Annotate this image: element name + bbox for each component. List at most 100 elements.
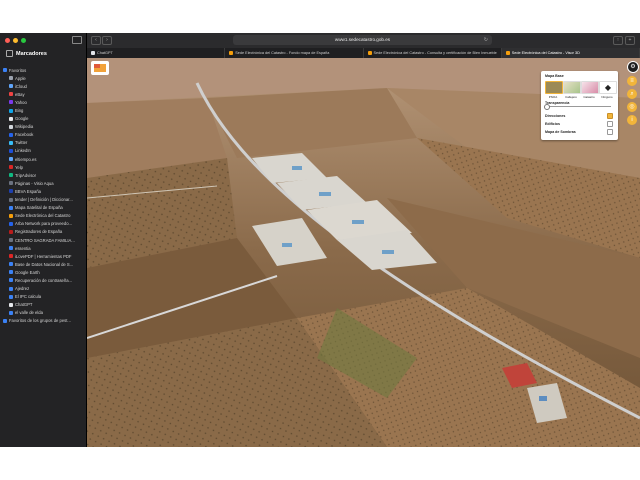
folder-icon [3, 68, 7, 73]
favicon-icon [9, 173, 13, 178]
bookmark-item[interactable]: CENTRO SAGRADA FAMILIA... [3, 236, 85, 244]
bookmark-item[interactable]: Yelp [3, 163, 85, 171]
bookmark-item[interactable]: Mapa Satelital de España [3, 204, 85, 212]
bookmark-item[interactable]: Registradores de España [3, 228, 85, 236]
layer-checkbox[interactable] [607, 113, 613, 119]
bookmark-item[interactable]: Arba Network para proveedo... [3, 220, 85, 228]
tab-3[interactable]: Sede Electrónica del Catastro - Visor 3D [501, 48, 640, 58]
layer-edificios[interactable]: Edificios [545, 121, 613, 127]
bookmark-item[interactable]: Yahoo [3, 98, 85, 106]
address-bar[interactable]: www1.sedecatastro.gob.es ↻ [233, 35, 492, 45]
tab-favicon-icon [505, 51, 510, 55]
bookmark-label: Registradores de España [15, 229, 63, 235]
bookmark-item[interactable]: iLovePDF | Herramientas PDF [3, 252, 85, 260]
favicon-icon [9, 132, 13, 137]
bookmark-label: Wikipedia [15, 124, 34, 130]
bookmark-item[interactable]: TripAdvisor [3, 171, 85, 179]
sidebar-toggle-icon[interactable] [72, 36, 82, 44]
bookmark-item[interactable]: Facebook [3, 131, 85, 139]
bookmark-item[interactable]: Ajedrez [3, 285, 85, 293]
bookmark-item[interactable]: El IPC calcula [3, 293, 85, 301]
bookmark-item[interactable]: Recuperación de contraseña... [3, 276, 85, 284]
bookmark-folder[interactable]: Favoritos [3, 66, 85, 74]
minimize-window-button[interactable] [13, 38, 18, 43]
bookmark-item[interactable]: Google [3, 115, 85, 123]
bookmark-item[interactable]: Base de Datos Nacional de S... [3, 260, 85, 268]
reload-icon[interactable]: ↻ [484, 35, 488, 45]
base-option-ninguno[interactable]: ◆ Ninguno [599, 81, 617, 99]
location-icon[interactable]: ◎ [627, 102, 637, 112]
favicon-icon [9, 238, 13, 243]
favicon-icon [9, 76, 13, 81]
folder-icon [3, 318, 7, 323]
share-button[interactable]: ↑ [613, 36, 623, 45]
bookmark-item[interactable]: Páginas - Visio Aqua [3, 179, 85, 187]
bookmark-item[interactable]: eBay [3, 90, 85, 98]
bookmark-item[interactable]: Bing [3, 106, 85, 114]
slider-knob[interactable] [544, 104, 550, 110]
close-window-button[interactable] [5, 38, 10, 43]
favicon-icon [9, 92, 13, 97]
bookmark-item[interactable]: Apple [3, 74, 85, 82]
layer-checkbox[interactable] [607, 121, 613, 127]
favicon-icon [9, 286, 13, 291]
favicon-icon [9, 100, 13, 105]
bookmarks-icon [6, 50, 13, 57]
bookmark-item[interactable]: iCloud [3, 82, 85, 90]
bookmark-label: Recuperación de contraseña... [15, 277, 73, 283]
info-icon[interactable]: i [627, 115, 637, 125]
favicon-icon [9, 221, 13, 226]
tab-label: ChatGPT [97, 51, 113, 55]
window-controls [5, 38, 26, 43]
favicon-icon [9, 148, 13, 153]
tab-0[interactable]: ChatGPT [87, 48, 226, 58]
bookmark-item[interactable]: eltiempo.es [3, 155, 85, 163]
forward-button[interactable]: › [102, 36, 112, 45]
base-option-pnoa[interactable]: PNOA [545, 81, 563, 99]
transparency-slider[interactable] [544, 104, 611, 110]
layer-label: Edificios [545, 122, 560, 126]
bookmark-label: Páginas - Visio Aqua [15, 180, 54, 186]
bookmark-item[interactable]: Wikipedia [3, 123, 85, 131]
tab-1[interactable]: Sede Electrónica del Catastro - Fondo ma… [225, 48, 364, 58]
layer-mapa-sombras[interactable]: Mapa de Sombras [545, 129, 613, 135]
callejero-thumbnail [563, 81, 581, 94]
search-icon[interactable]: ⌕ [627, 89, 637, 99]
base-option-label: PNOA [548, 95, 558, 99]
bookmark-item[interactable]: tender | Definición | Diccionar... [3, 196, 85, 204]
bookmark-item[interactable]: Twitter [3, 139, 85, 147]
back-button[interactable]: ‹ [91, 36, 101, 45]
favicon-icon [9, 157, 13, 162]
tab-label: Sede Electrónica del Catastro - Fondo ma… [235, 51, 330, 55]
new-tab-button[interactable]: + [625, 36, 635, 45]
bookmark-item[interactable]: Sede Electrónica del Catastro [3, 212, 85, 220]
tab-2[interactable]: Sede Electrónica del Catastro - Consulta… [364, 48, 502, 58]
bookmark-item[interactable]: Google Earth [3, 268, 85, 276]
base-option-catastro[interactable]: Catastro [581, 81, 599, 99]
favicon-icon [9, 213, 13, 218]
zoom-window-button[interactable] [21, 38, 26, 43]
favicon-icon [9, 84, 13, 89]
layers-icon: ◆ [599, 81, 617, 94]
base-option-label: Catastro [583, 95, 595, 99]
bookmarks-sidebar: Marcadores Favoritos Apple iCloud eBay Yahoo… [0, 33, 87, 447]
layer-direcciones[interactable]: Direcciones [545, 113, 613, 119]
bookmark-item[interactable]: BBVA España [3, 187, 85, 195]
bookmark-item[interactable]: el valle de elda [3, 309, 85, 317]
favicon-icon [9, 108, 13, 113]
base-option-callejero[interactable]: Callejero [563, 81, 581, 99]
bookmark-label: Ajedrez [15, 286, 30, 292]
base-map-icon[interactable]: ≡ [627, 76, 637, 86]
bookmark-item[interactable]: LinkedIn [3, 147, 85, 155]
settings-icon[interactable]: ⚙ [627, 61, 639, 73]
map-3d-view[interactable]: Mapa Base PNOA Callejero Catastro ◆ Ning… [87, 58, 640, 447]
bookmark-label: essentia [15, 245, 31, 251]
favicon-icon [9, 140, 13, 145]
bookmark-label: Yelp [15, 164, 23, 170]
pnoa-thumbnail [545, 81, 563, 94]
bookmark-folder[interactable]: Favoritos de los grupos de pest... [3, 317, 85, 325]
favicon-icon [9, 310, 13, 315]
bookmark-item[interactable]: ChatGPT [3, 301, 85, 309]
bookmark-item[interactable]: essentia [3, 244, 85, 252]
layer-checkbox[interactable] [607, 129, 613, 135]
